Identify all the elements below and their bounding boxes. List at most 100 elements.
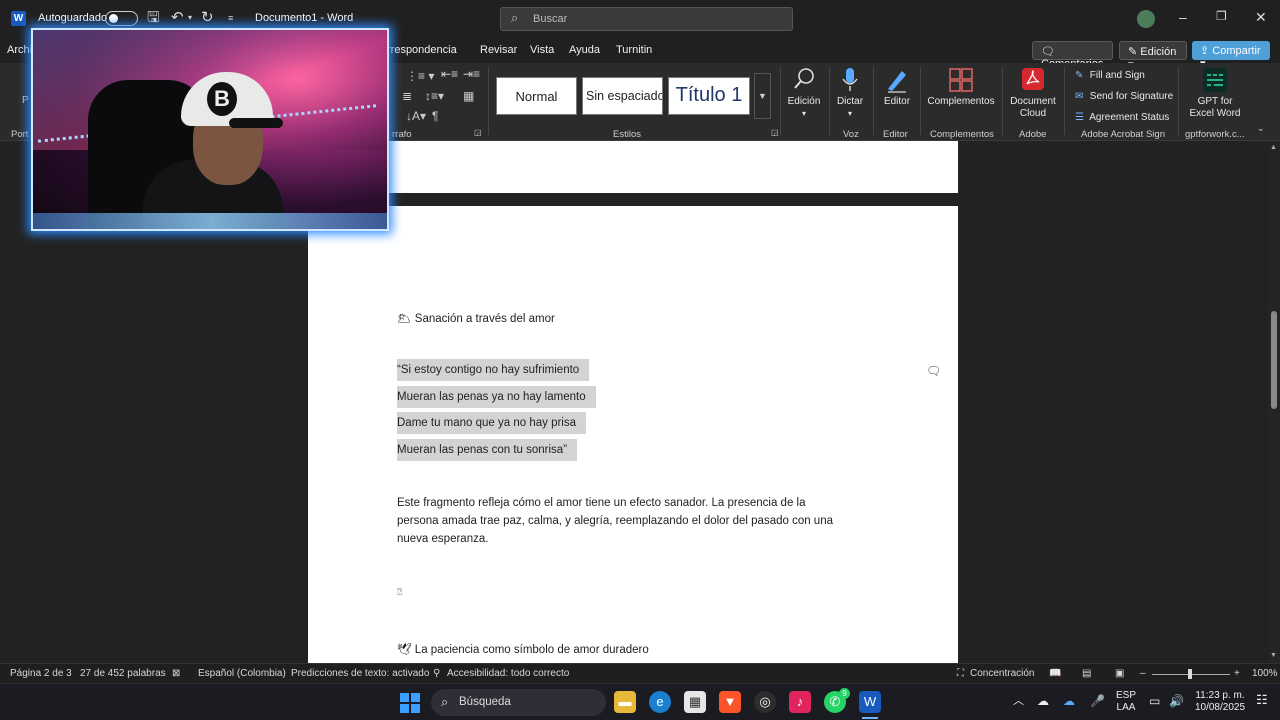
- read-mode-icon[interactable]: 📖: [1049, 668, 1061, 679]
- style-no-spacing[interactable]: Sin espaciado: [582, 77, 663, 115]
- quote-line[interactable]: Mueran las penas ya no hay lamento: [397, 386, 596, 408]
- web-layout-icon[interactable]: ▣: [1115, 668, 1124, 679]
- zoom-slider-thumb[interactable]: [1188, 669, 1192, 679]
- tab-revisar[interactable]: Revisar: [480, 44, 517, 56]
- proofing-icon[interactable]: ⊠: [172, 668, 180, 679]
- close-icon[interactable]: ✕: [1255, 9, 1267, 26]
- styles-more-icon[interactable]: ▼: [754, 73, 771, 119]
- paragraph-line[interactable]: nueva esperanza.: [397, 533, 488, 545]
- paste-label[interactable]: P: [22, 95, 29, 106]
- gpt-for-excel-word-button[interactable]: GPT for Excel Word: [1186, 67, 1244, 120]
- fill-sign-icon: ✎: [1075, 70, 1084, 81]
- clock[interactable]: 11:23 p. m. 10/08/2025: [1192, 690, 1248, 714]
- volume-icon[interactable]: 🔊: [1169, 695, 1184, 707]
- fill-and-sign-button[interactable]: ✎ Fill and Sign: [1075, 70, 1145, 81]
- paragraph-line[interactable]: Este fragmento refleja cómo el amor tien…: [397, 497, 806, 509]
- word-count[interactable]: 27 de 452 palabras: [80, 668, 166, 679]
- add-ins-icon: [924, 67, 998, 93]
- collapse-ribbon-icon[interactable]: ⌄: [1257, 123, 1265, 134]
- tiktok-icon[interactable]: ♪: [789, 691, 811, 713]
- show-hidden-icons[interactable]: ︿: [1013, 695, 1024, 707]
- undo-icon[interactable]: ↶: [171, 9, 184, 27]
- scrollbar-thumb[interactable]: [1271, 311, 1277, 409]
- tab-turnitin[interactable]: Turnitin: [616, 44, 652, 56]
- zoom-out-icon[interactable]: –: [1140, 668, 1146, 679]
- edge-icon[interactable]: e: [649, 691, 671, 713]
- tab-archivo[interactable]: Archi: [7, 44, 32, 56]
- style-normal[interactable]: Normal: [496, 77, 577, 115]
- document-page[interactable]: 🌥 Sanación a través del amor “Si estoy c…: [308, 206, 958, 676]
- vertical-scrollbar[interactable]: ▲ ▼: [1268, 141, 1280, 663]
- styles-launcher-icon[interactable]: ◲: [771, 128, 779, 137]
- paragraph-launcher-icon[interactable]: ◲: [474, 128, 482, 137]
- light-strip: [33, 213, 387, 229]
- separator: [1064, 67, 1065, 135]
- undo-dropdown-icon[interactable]: ▾: [188, 9, 192, 27]
- pilcrow-icon[interactable]: ¶: [432, 109, 438, 123]
- quote-line[interactable]: Dame tu mano que ya no hay prisa: [397, 412, 586, 434]
- style-heading-1[interactable]: Título 1: [668, 77, 750, 115]
- scroll-down-icon[interactable]: ▼: [1270, 652, 1277, 659]
- microphone-tray-icon[interactable]: 🎤: [1090, 695, 1105, 707]
- word-taskbar-icon[interactable]: W: [859, 691, 881, 713]
- input-language[interactable]: ESP LAA: [1112, 690, 1140, 714]
- word-app-icon[interactable]: W: [11, 11, 26, 26]
- redo-icon[interactable]: ↻: [201, 9, 214, 27]
- store-icon[interactable]: ▦: [684, 691, 706, 713]
- page-count[interactable]: Página 2 de 3: [10, 668, 72, 679]
- list-dropdown-icon[interactable]: ⋮≡ ▾: [406, 69, 434, 83]
- increase-indent-icon[interactable]: ⇥≡: [463, 67, 480, 81]
- restore-icon[interactable]: ❐: [1216, 9, 1227, 23]
- account-avatar[interactable]: [1137, 10, 1155, 28]
- send-for-signature-button[interactable]: ✉ Send for Signature: [1075, 91, 1173, 102]
- section-heading[interactable]: 🌥 Sanación a través del amor: [397, 311, 555, 325]
- search-box[interactable]: ⌕ Buscar: [500, 7, 793, 31]
- scroll-up-icon[interactable]: ▲: [1270, 144, 1277, 151]
- quote-line[interactable]: Mueran las penas con tu sonrisa”: [397, 439, 578, 461]
- taskbar-search[interactable]: ⌕ Búsqueda: [431, 689, 606, 716]
- focus-mode-button[interactable]: Concentración: [970, 668, 1034, 679]
- onedrive-blue-icon[interactable]: ☁: [1063, 695, 1075, 707]
- add-comment-icon[interactable]: 🗨: [926, 364, 941, 378]
- share-button[interactable]: ⇪ Compartir ▾: [1192, 41, 1270, 70]
- customize-toolbar-icon[interactable]: ≡: [228, 9, 233, 27]
- save-icon[interactable]: 🖫: [147, 9, 160, 27]
- line-spacing-icon[interactable]: ↕≡▾: [425, 89, 444, 103]
- brave-icon[interactable]: ▼: [719, 691, 741, 713]
- section-heading[interactable]: 🕊 La paciencia como símbolo de amor dura…: [397, 642, 649, 656]
- editor-button[interactable]: Editor: [880, 67, 914, 108]
- quote-line[interactable]: “Si estoy contigo no hay sufrimiento: [397, 359, 590, 381]
- decrease-indent-icon[interactable]: ⇤≡: [441, 67, 458, 81]
- paragraph-line[interactable]: persona amada trae paz, calma, y alegría…: [397, 515, 833, 527]
- text-predictions-status[interactable]: Predicciones de texto: activado: [291, 668, 429, 679]
- language-status[interactable]: Español (Colombia): [198, 668, 286, 679]
- obs-icon[interactable]: ◎: [754, 691, 776, 713]
- tab-vista[interactable]: Vista: [530, 44, 554, 56]
- onedrive-icon[interactable]: ☁: [1037, 695, 1049, 707]
- file-explorer-icon[interactable]: ▬: [614, 691, 636, 713]
- tab-correspondencia[interactable]: rrespondencia: [387, 44, 457, 56]
- tab-ayuda[interactable]: Ayuda: [569, 44, 600, 56]
- zoom-in-icon[interactable]: +: [1234, 668, 1240, 679]
- autosave-toggle[interactable]: [105, 11, 138, 26]
- windows-start-icon[interactable]: [400, 693, 420, 713]
- focus-icon[interactable]: ⛶: [957, 668, 964, 679]
- agreement-status-button[interactable]: ☰ Agreement Status: [1075, 112, 1169, 123]
- network-icon[interactable]: ▭: [1149, 695, 1160, 707]
- minimize-icon[interactable]: –: [1179, 9, 1187, 25]
- add-ins-button[interactable]: Complementos: [924, 67, 998, 108]
- document-cloud-button[interactable]: Document Cloud: [1006, 67, 1060, 120]
- document-title: Documento1 - Word: [255, 12, 354, 24]
- accessibility-status[interactable]: Accesibilidad: todo correcto: [447, 668, 569, 679]
- editing-mode-button[interactable]: ✎ Edición ▾: [1119, 41, 1187, 71]
- notifications-icon[interactable]: ☷: [1256, 693, 1268, 706]
- shading-icon[interactable]: ▦: [463, 89, 474, 103]
- zoom-level[interactable]: 100%: [1252, 668, 1278, 679]
- sort-icon[interactable]: ↓A▾: [406, 109, 426, 123]
- justify-icon[interactable]: ≣: [402, 89, 412, 103]
- comments-button[interactable]: 🗨 Comentarios: [1032, 41, 1113, 70]
- print-layout-icon[interactable]: ▤: [1082, 668, 1091, 679]
- dictate-button[interactable]: Dictar ▾: [834, 67, 866, 120]
- accessibility-icon[interactable]: ⚲: [433, 668, 440, 679]
- editing-button[interactable]: Edición ▾: [786, 67, 822, 120]
